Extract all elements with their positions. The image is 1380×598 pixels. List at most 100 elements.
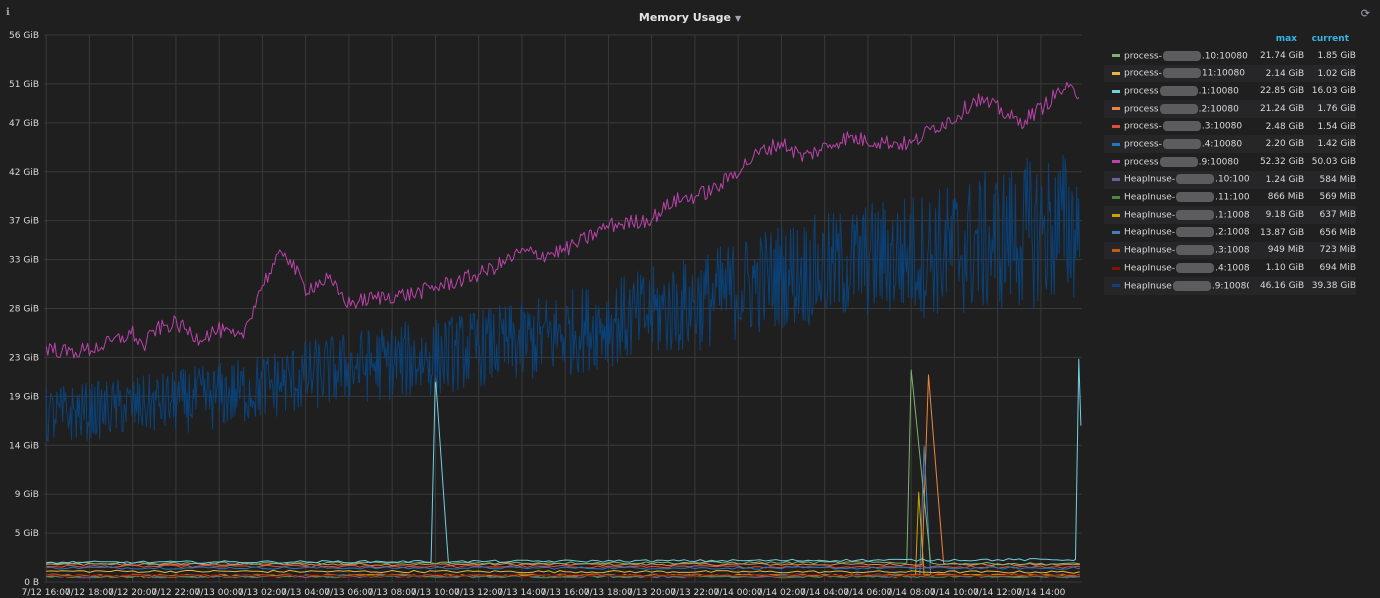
legend-item[interactable]: process- 11:10080 2.14 GiB 1.02 GiB bbox=[1104, 64, 1356, 83]
x-tick-label: 7/14 10:00 bbox=[930, 588, 979, 598]
legend-series-name[interactable]: HeapInuse-.4:10080 bbox=[1124, 262, 1249, 273]
legend-series-name[interactable]: process- .10:10080 bbox=[1124, 50, 1249, 61]
y-tick-label: 42 GiB bbox=[9, 168, 39, 178]
x-tick-label: 7/14 02:00 bbox=[757, 588, 806, 598]
y-tick-label: 14 GiB bbox=[9, 441, 39, 451]
redacted-block bbox=[1176, 174, 1215, 185]
legend-item[interactable]: process .1:10080 22.85 GiB 16.03 GiB bbox=[1104, 82, 1356, 100]
legend-max-value: 22.85 GiB bbox=[1259, 86, 1305, 97]
x-tick-label: 7/13 04:00 bbox=[281, 588, 330, 598]
legend-col-current[interactable]: current bbox=[1297, 34, 1349, 44]
legend-item[interactable]: HeapInuse-.1:10080 9.18 GiB 637 MiB bbox=[1104, 206, 1356, 224]
legend-max-value: 46.16 GiB bbox=[1259, 280, 1305, 291]
y-tick-label: 0 B bbox=[24, 578, 39, 588]
legend-max-value: 9.18 GiB bbox=[1265, 210, 1305, 221]
legend-col-max[interactable]: max bbox=[1242, 34, 1297, 44]
legend-item[interactable]: process- .3:10080 2.48 GiB 1.54 GiB bbox=[1104, 118, 1356, 136]
legend-swatch bbox=[1112, 142, 1120, 146]
legend-current-value: 723 MiB bbox=[1319, 245, 1356, 256]
legend-item[interactable]: HeapInuse-.10:10080 1.24 GiB 584 MiB bbox=[1104, 170, 1356, 189]
legend-item[interactable]: HeapInuse-.4:10080 1.10 GiB 694 MiB bbox=[1104, 259, 1356, 277]
legend-current-value: 656 MiB bbox=[1319, 227, 1356, 238]
legend-series-name[interactable]: process .9:10080 bbox=[1124, 156, 1249, 167]
x-tick-label: 7/13 06:00 bbox=[324, 588, 373, 598]
series-line-910080[interactable] bbox=[45, 155, 1081, 442]
redacted-block bbox=[1176, 227, 1215, 238]
legend-swatch bbox=[1112, 107, 1120, 111]
legend-item[interactable]: process- .10:10080 21.74 GiB 1.85 GiB bbox=[1104, 47, 1356, 65]
x-tick-label: 7/14 00:00 bbox=[714, 588, 763, 598]
y-tick-label: 28 GiB bbox=[9, 305, 39, 315]
legend-series-name[interactable]: process- .3:10080 bbox=[1124, 121, 1249, 132]
legend-item[interactable]: HeapInuse-.3:10080 949 MiB 723 MiB bbox=[1104, 241, 1356, 260]
x-tick-label: 7/14 12:00 bbox=[973, 588, 1022, 598]
legend-current-value: 1.76 GiB bbox=[1317, 103, 1356, 114]
legend-swatch bbox=[1112, 125, 1120, 129]
x-tick-label: 7/13 12:00 bbox=[454, 588, 503, 598]
y-tick-label: 51 GiB bbox=[9, 80, 39, 90]
legend-max-value: 2.48 GiB bbox=[1265, 121, 1305, 132]
x-tick-label: 7/14 06:00 bbox=[843, 588, 892, 598]
legend-max-value: 2.20 GiB bbox=[1265, 139, 1305, 150]
x-tick-label: 7/12 16:00 bbox=[22, 588, 71, 598]
legend-max-value: 949 MiB bbox=[1267, 245, 1305, 256]
legend-current-value: 569 MiB bbox=[1319, 192, 1356, 203]
redacted-block bbox=[1176, 245, 1215, 256]
legend-swatch bbox=[1112, 160, 1120, 164]
legend-series-name[interactable]: process .1:10080 bbox=[1124, 85, 1249, 96]
legend-current-value: 1.02 GiB bbox=[1317, 68, 1356, 79]
legend-series-name[interactable]: process .2:10080 bbox=[1124, 103, 1249, 114]
legend-series-name[interactable]: HeapInuse-.2:10080 bbox=[1124, 227, 1249, 238]
legend-series-name[interactable]: process- .4:10080 bbox=[1124, 139, 1249, 150]
legend-series-name[interactable]: HeapInuse .9:10080 bbox=[1124, 280, 1249, 291]
legend-current-value: 1.54 GiB bbox=[1317, 121, 1356, 132]
legend-item[interactable]: process .2:10080 21.24 GiB 1.76 GiB bbox=[1104, 100, 1356, 118]
legend-swatch bbox=[1112, 284, 1120, 288]
legend-current-value: 637 MiB bbox=[1319, 210, 1356, 221]
redacted-block bbox=[1159, 85, 1198, 96]
chart-plot-area[interactable]: 0 B 5 GiB 9 GiB 14 GiB 19 GiB 23 GiB 28 GiB 33 … bbox=[0, 0, 1100, 598]
legend-series-name[interactable]: HeapInuse-.10:10080 bbox=[1124, 174, 1249, 185]
redacted-block bbox=[1176, 209, 1215, 220]
legend-max-value: 866 MiB bbox=[1267, 192, 1305, 203]
legend-max-value: 1.10 GiB bbox=[1265, 263, 1305, 274]
legend-swatch bbox=[1112, 231, 1120, 235]
y-tick-label: 56 GiB bbox=[9, 31, 39, 41]
legend-item[interactable]: HeapInuse .9:10080 46.16 GiB 39.38 GiB bbox=[1104, 276, 1356, 295]
y-tick-label: 47 GiB bbox=[9, 119, 39, 129]
legend-swatch bbox=[1112, 72, 1120, 76]
x-tick-label: 7/14 14:00 bbox=[1016, 588, 1065, 598]
redacted-block bbox=[1176, 192, 1215, 203]
legend-swatch bbox=[1112, 54, 1120, 58]
legend-item[interactable]: process .9:10080 52.32 GiB 50.03 GiB bbox=[1104, 153, 1356, 171]
x-tick-label: 7/14 04:00 bbox=[800, 588, 849, 598]
redacted-block bbox=[1162, 68, 1201, 79]
redacted-block bbox=[1162, 139, 1201, 150]
series-line-210080[interactable] bbox=[46, 445, 1081, 578]
x-tick-label: 7/12 18:00 bbox=[65, 588, 114, 598]
legend-max-value: 21.74 GiB bbox=[1259, 50, 1305, 61]
legend-swatch bbox=[1112, 266, 1120, 270]
legend-series-name[interactable]: HeapInuse-.11:10080 bbox=[1124, 192, 1249, 203]
x-tick-label: 7/13 02:00 bbox=[238, 588, 287, 598]
redacted-block bbox=[1159, 156, 1198, 167]
legend-item[interactable]: HeapInuse-.11:10080 866 MiB 569 MiB bbox=[1104, 189, 1356, 207]
x-tick-label: 7/13 18:00 bbox=[584, 588, 633, 598]
series-line-1110080[interactable] bbox=[46, 569, 1080, 574]
legend-series-name[interactable]: HeapInuse-.1:10080 bbox=[1124, 209, 1249, 220]
y-tick-label: 23 GiB bbox=[9, 353, 39, 363]
x-tick-label: 7/13 16:00 bbox=[541, 588, 590, 598]
legend-item[interactable]: HeapInuse-.2:10080 13.87 GiB 656 MiB bbox=[1104, 224, 1356, 242]
legend-series-name[interactable]: HeapInuse-.3:10080 bbox=[1124, 245, 1249, 256]
redacted-block bbox=[1162, 121, 1201, 132]
legend-series-name[interactable]: process- 11:10080 bbox=[1124, 68, 1249, 79]
y-tick-label: 9 GiB bbox=[15, 490, 39, 500]
series-line-210080[interactable] bbox=[46, 374, 1081, 567]
legend-current-value: 584 MiB bbox=[1319, 174, 1356, 185]
legend-max-value: 52.32 GiB bbox=[1259, 156, 1305, 167]
x-tick-label: 7/12 20:00 bbox=[108, 588, 157, 598]
redacted-block bbox=[1176, 262, 1215, 273]
legend-item[interactable]: process- .4:10080 2.20 GiB 1.42 GiB bbox=[1104, 135, 1356, 154]
legend-header: max current bbox=[1104, 30, 1356, 47]
x-tick-label: 7/13 14:00 bbox=[497, 588, 546, 598]
